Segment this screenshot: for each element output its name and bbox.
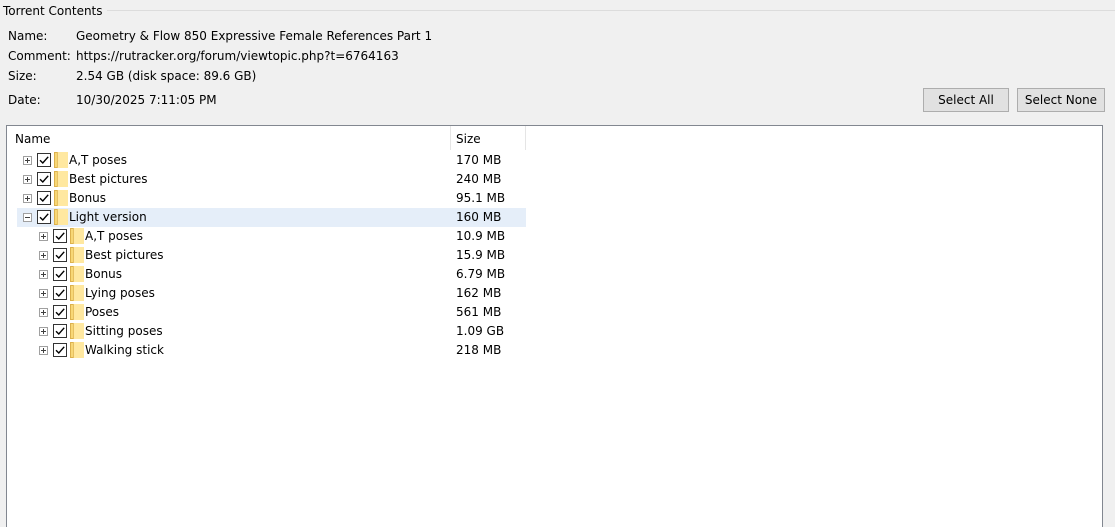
tree-row[interactable]: Bonus 6.79 MB: [17, 265, 526, 284]
tree-row-name: Walking stick: [85, 343, 164, 357]
tree-row-name: Lying poses: [85, 286, 155, 300]
minus-box-icon[interactable]: [23, 213, 32, 222]
tree-row[interactable]: Best pictures 15.9 MB: [17, 246, 526, 265]
plus-box-icon[interactable]: [39, 251, 48, 260]
tree-row[interactable]: Best pictures 240 MB: [17, 170, 526, 189]
tree-row-size: 218 MB: [456, 343, 502, 357]
checkbox-checked-icon[interactable]: [53, 343, 67, 357]
folder-icon: [54, 171, 68, 187]
torrent-contents-panel: Torrent Contents Name: Geometry & Flow 8…: [0, 0, 1115, 527]
tree-row-size: 240 MB: [456, 172, 502, 186]
tree-row-name: Poses: [85, 305, 120, 319]
checkbox-checked-icon[interactable]: [37, 210, 51, 224]
size-label: Size:: [8, 69, 37, 83]
folder-icon: [54, 152, 68, 168]
tree-header: Name Size: [7, 126, 527, 150]
tree-row[interactable]: Sitting poses 1.09 GB: [17, 322, 526, 341]
checkbox-checked-icon[interactable]: [53, 305, 67, 319]
folder-icon: [70, 285, 84, 301]
tree-row[interactable]: Light version 160 MB: [17, 208, 526, 227]
tree-row-name: Best pictures: [69, 172, 148, 186]
checkbox-checked-icon[interactable]: [37, 191, 51, 205]
tree-row[interactable]: A,T poses 170 MB: [17, 151, 526, 170]
column-header-size[interactable]: Size: [456, 132, 481, 146]
file-tree[interactable]: Name Size A,T poses 170 MB Best pictures 24…: [6, 125, 1103, 527]
folder-icon: [54, 190, 68, 206]
date-label: Date:: [8, 93, 41, 107]
tree-row-size: 6.79 MB: [456, 267, 506, 281]
checkbox-checked-icon[interactable]: [37, 153, 51, 167]
tree-row[interactable]: Walking stick 218 MB: [17, 341, 526, 360]
group-divider: [95, 10, 1115, 11]
folder-icon: [70, 228, 84, 244]
plus-box-icon[interactable]: [23, 175, 32, 184]
comment-value: https://rutracker.org/forum/viewtopic.ph…: [76, 49, 399, 63]
folder-icon: [70, 323, 84, 339]
tree-row-name: Bonus: [69, 191, 107, 205]
plus-box-icon[interactable]: [23, 156, 32, 165]
tree-row-size: 95.1 MB: [456, 191, 506, 205]
column-divider[interactable]: [450, 126, 451, 150]
tree-row-name: A,T poses: [85, 229, 144, 243]
select-all-button[interactable]: Select All: [923, 88, 1009, 112]
tree-row-size: 1.09 GB: [456, 324, 505, 338]
tree-row-name: Best pictures: [85, 248, 164, 262]
size-value: 2.54 GB (disk space: 89.6 GB): [76, 69, 257, 83]
group-title: Torrent Contents: [3, 4, 107, 18]
tree-row[interactable]: A,T poses 10.9 MB: [17, 227, 526, 246]
tree-row-size: 160 MB: [456, 210, 502, 224]
tree-row-size: 15.9 MB: [456, 248, 506, 262]
column-header-name[interactable]: Name: [15, 132, 50, 146]
plus-box-icon[interactable]: [23, 194, 32, 203]
checkbox-checked-icon[interactable]: [53, 248, 67, 262]
folder-icon: [70, 247, 84, 263]
plus-box-icon[interactable]: [39, 270, 48, 279]
tree-row[interactable]: Poses 561 MB: [17, 303, 526, 322]
column-divider[interactable]: [525, 126, 526, 150]
tree-row-name: Bonus: [85, 267, 123, 281]
name-label: Name:: [8, 29, 48, 43]
tree-row-name: Sitting poses: [85, 324, 163, 338]
checkbox-checked-icon[interactable]: [37, 172, 51, 186]
tree-row[interactable]: Lying poses 162 MB: [17, 284, 526, 303]
plus-box-icon[interactable]: [39, 346, 48, 355]
folder-icon: [54, 209, 68, 225]
checkbox-checked-icon[interactable]: [53, 267, 67, 281]
name-value: Geometry & Flow 850 Expressive Female Re…: [76, 29, 433, 43]
tree-row-name: A,T poses: [69, 153, 128, 167]
comment-label: Comment:: [8, 49, 71, 63]
tree-row-name: Light version: [69, 210, 147, 224]
tree-row-size: 162 MB: [456, 286, 502, 300]
tree-row-size: 10.9 MB: [456, 229, 506, 243]
folder-icon: [70, 266, 84, 282]
checkbox-checked-icon[interactable]: [53, 286, 67, 300]
checkbox-checked-icon[interactable]: [53, 229, 67, 243]
plus-box-icon[interactable]: [39, 289, 48, 298]
tree-row[interactable]: Bonus 95.1 MB: [17, 189, 526, 208]
folder-icon: [70, 304, 84, 320]
plus-box-icon[interactable]: [39, 308, 48, 317]
plus-box-icon[interactable]: [39, 232, 48, 241]
checkbox-checked-icon[interactable]: [53, 324, 67, 338]
date-value: 10/30/2025 7:11:05 PM: [76, 93, 217, 107]
select-none-button[interactable]: Select None: [1017, 88, 1105, 112]
folder-icon: [70, 342, 84, 358]
tree-row-size: 561 MB: [456, 305, 502, 319]
plus-box-icon[interactable]: [39, 327, 48, 336]
tree-row-size: 170 MB: [456, 153, 502, 167]
